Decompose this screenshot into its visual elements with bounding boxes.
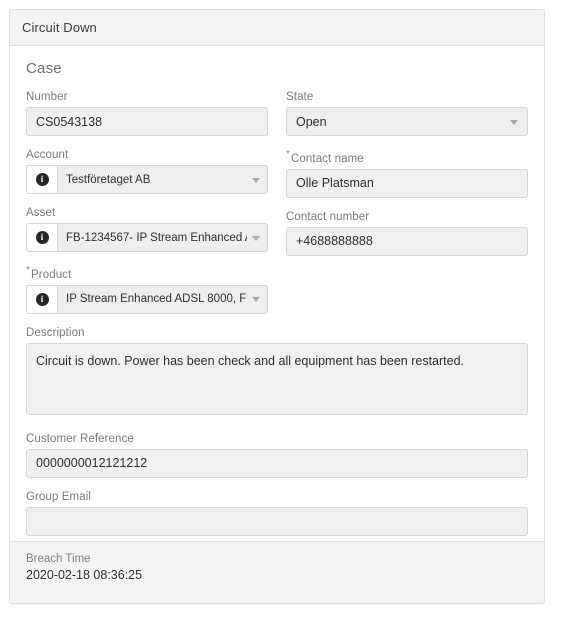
- case-form-panel: Circuit Down Case Number Account i Te: [9, 9, 545, 604]
- field-group-email: Group Email: [26, 491, 528, 536]
- field-contact-number: Contact number: [286, 211, 528, 256]
- number-input[interactable]: [26, 107, 268, 136]
- label-contact-name-text: Contact name: [291, 152, 364, 165]
- contact-name-input[interactable]: [286, 168, 528, 198]
- state-select[interactable]: Open: [286, 107, 528, 136]
- info-icon: i: [35, 231, 49, 244]
- label-state: State: [286, 91, 314, 103]
- chevron-down-icon: [510, 119, 518, 125]
- panel-footer: Breach Time 2020-02-18 08:36:25: [10, 541, 544, 603]
- account-reference-field: i Testföretaget AB: [26, 165, 268, 194]
- account-value: Testföretaget AB: [66, 173, 151, 186]
- contact-number-input[interactable]: [286, 226, 528, 256]
- info-icon: i: [35, 292, 49, 306]
- product-info-button[interactable]: i: [26, 284, 57, 314]
- asset-info-button[interactable]: i: [26, 223, 57, 252]
- description-textarea[interactable]: [26, 342, 528, 415]
- form-grid-row-1: Number Account i Testföretaget AB: [26, 91, 528, 327]
- product-value: IP Stream Enhanced ADSL 8000, Full …: [66, 293, 247, 306]
- account-info-button[interactable]: i: [26, 165, 57, 194]
- label-customer-reference: Customer Reference: [26, 432, 134, 445]
- field-contact-name: *Contact name: [286, 149, 528, 198]
- required-marker: *: [26, 265, 30, 276]
- field-customer-reference: Customer Reference: [26, 433, 528, 478]
- breach-time-value: 2020-02-18 08:36:25: [26, 568, 143, 582]
- form-column-right: State Open *Contact name Contact number: [286, 91, 528, 327]
- info-icon: i: [35, 173, 49, 186]
- product-reference-field: i IP Stream Enhanced ADSL 8000, Full …: [26, 284, 268, 314]
- section-heading: Case: [26, 60, 62, 77]
- chevron-down-icon: [252, 297, 260, 303]
- chevron-down-icon: [252, 235, 260, 241]
- field-number: Number: [26, 91, 268, 136]
- field-account: Account i Testföretaget AB: [26, 149, 268, 194]
- field-asset: Asset i FB-1234567- IP Stream Enhanced A…: [26, 207, 268, 252]
- product-select[interactable]: IP Stream Enhanced ADSL 8000, Full …: [57, 284, 268, 314]
- panel-body: Case Number Account i Testföretaget AB: [10, 46, 544, 536]
- label-product: *Product: [26, 265, 268, 281]
- asset-value: FB-1234567- IP Stream Enhanced A…: [66, 231, 247, 244]
- asset-reference-field: i FB-1234567- IP Stream Enhanced A…: [26, 223, 268, 252]
- label-asset: Asset: [26, 207, 56, 219]
- breach-time-label: Breach Time: [26, 553, 91, 565]
- field-product: *Product i IP Stream Enhanced ADSL 8000,…: [26, 265, 268, 314]
- state-value: Open: [296, 114, 327, 129]
- form-column-left: Number Account i Testföretaget AB: [26, 91, 268, 327]
- panel-header: Circuit Down: [10, 10, 544, 46]
- chevron-down-icon: [252, 177, 260, 183]
- label-contact-number: Contact number: [286, 210, 370, 223]
- field-state: State Open: [286, 91, 528, 136]
- label-group-email: Group Email: [26, 490, 92, 503]
- label-account: Account: [26, 149, 69, 161]
- account-select[interactable]: Testföretaget AB: [57, 165, 268, 194]
- required-marker: *: [286, 149, 290, 160]
- panel-title: Circuit Down: [22, 20, 97, 35]
- customer-reference-input[interactable]: [26, 448, 528, 478]
- label-number: Number: [26, 91, 68, 103]
- label-contact-name: *Contact name: [286, 149, 528, 165]
- asset-select[interactable]: FB-1234567- IP Stream Enhanced A…: [57, 223, 268, 252]
- label-description: Description: [26, 326, 85, 339]
- label-product-text: Product: [31, 268, 72, 281]
- group-email-input[interactable]: [26, 506, 528, 536]
- field-description: Description: [26, 327, 528, 420]
